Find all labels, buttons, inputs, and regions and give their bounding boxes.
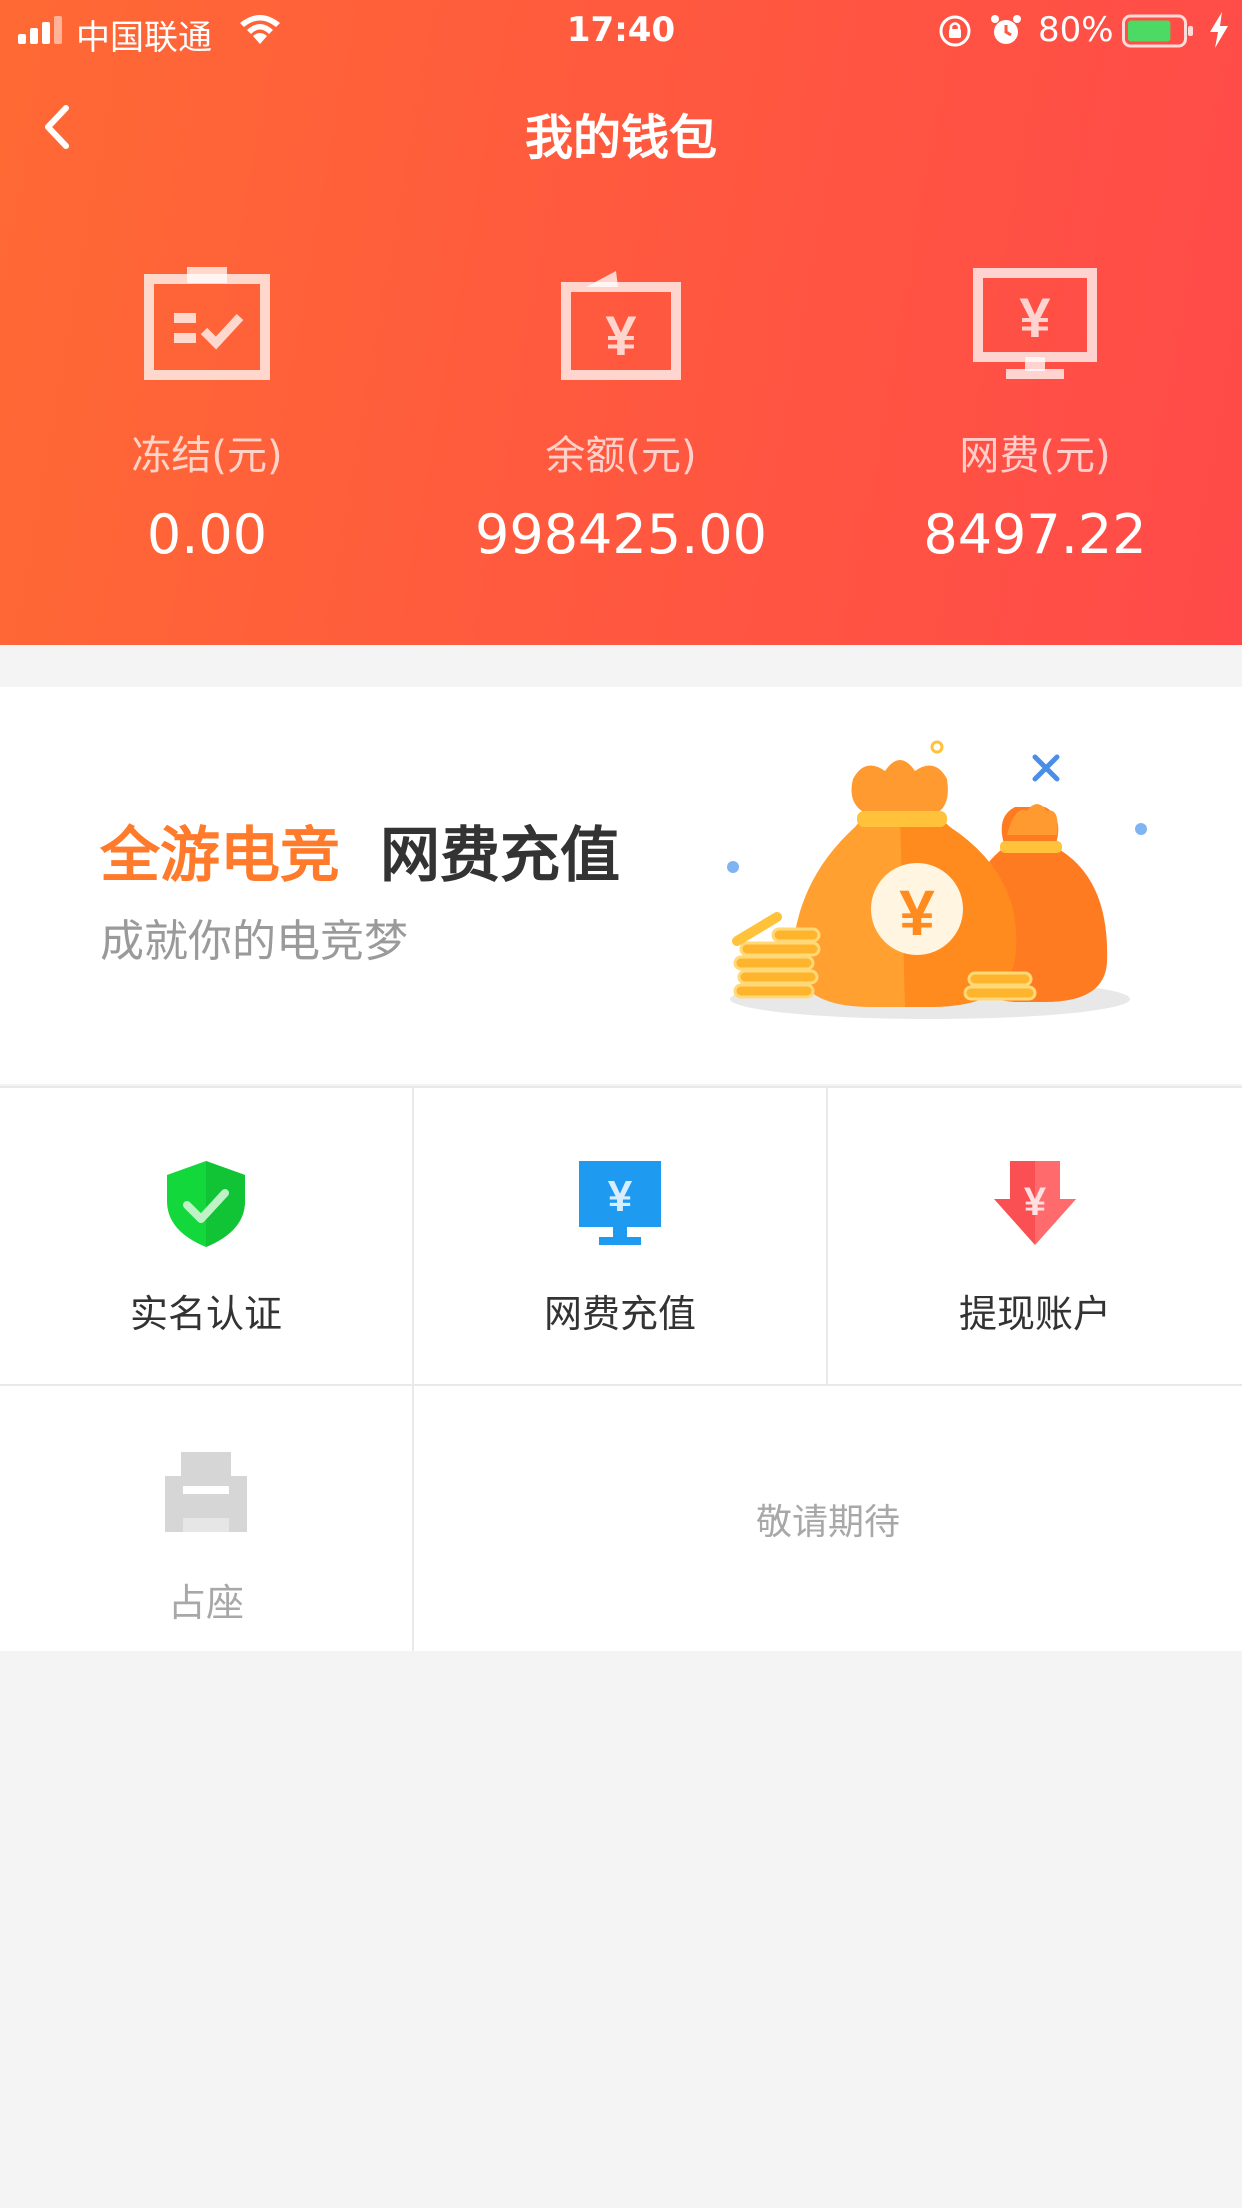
svg-text:¥: ¥ bbox=[899, 877, 935, 949]
action-real-name[interactable]: 实名认证 bbox=[0, 1086, 412, 1384]
banner-title-rest: 网费充值 bbox=[380, 821, 620, 891]
grid-divider-top bbox=[0, 1086, 1242, 1088]
banner-title-highlight: 全游电竞 bbox=[100, 821, 340, 891]
net-fee-icon: ¥ bbox=[973, 268, 1097, 379]
seat-icon bbox=[165, 1452, 247, 1532]
recharge-banner[interactable]: 全游电竞 网费充值 成就你的电竞梦 ¥ bbox=[0, 687, 1242, 1084]
frozen-icon bbox=[144, 267, 270, 380]
action-withdraw-account-label: 提现账户 bbox=[958, 1292, 1111, 1336]
frozen-value: 0.00 bbox=[146, 503, 268, 566]
net-fee-stat: ¥ 网费(元) 8497.22 bbox=[828, 265, 1242, 566]
coming-soon-cell: 敬请期待 bbox=[414, 1386, 1242, 1651]
charging-bolt-icon bbox=[1210, 12, 1228, 48]
balance-stat: ¥ 余额(元) 998425.00 bbox=[414, 265, 828, 566]
net-fee-label: 网费(元) bbox=[959, 433, 1111, 479]
banner-title: 全游电竞 网费充值 bbox=[100, 807, 620, 894]
action-net-fee-recharge-label: 网费充值 bbox=[543, 1292, 696, 1336]
shield-check-icon bbox=[167, 1161, 245, 1247]
page-title: 我的钱包 bbox=[524, 110, 717, 166]
actions-grid: 实名认证 ¥ 网费充值 ¥ 提现账户 占座 敬请期待 bbox=[0, 1086, 1242, 1651]
status-bar: 中国联通 17:40 80% bbox=[0, 0, 1242, 62]
monitor-yuan-icon: ¥ bbox=[579, 1161, 661, 1245]
grid-divider-middle bbox=[0, 1384, 1242, 1386]
action-real-name-label: 实名认证 bbox=[129, 1292, 282, 1336]
wallet-header: 中国联通 17:40 80% 我的钱包 冻结(元) 0.00 ¥ 余额(元) 9… bbox=[0, 0, 1242, 645]
grid-divider-left bbox=[412, 1086, 414, 1651]
balance-icon: ¥ bbox=[561, 271, 681, 380]
svg-text:¥: ¥ bbox=[608, 1172, 633, 1221]
action-withdraw-account[interactable]: ¥ 提现账户 bbox=[828, 1086, 1242, 1384]
orientation-lock-icon bbox=[939, 15, 971, 47]
svg-text:¥: ¥ bbox=[1019, 286, 1050, 349]
action-seat-reservation-label: 占座 bbox=[167, 1581, 244, 1625]
frozen-stat: 冻结(元) 0.00 bbox=[0, 265, 414, 566]
frozen-label: 冻结(元) bbox=[131, 433, 283, 479]
alarm-icon bbox=[991, 15, 1021, 44]
battery-percent: 80% bbox=[1038, 10, 1114, 50]
net-fee-value: 8497.22 bbox=[923, 503, 1147, 566]
balance-label: 余额(元) bbox=[545, 433, 697, 479]
grid-divider-right bbox=[826, 1086, 828, 1384]
banner-subtitle: 成就你的电竞梦 bbox=[100, 916, 408, 967]
svg-text:¥: ¥ bbox=[1024, 1180, 1047, 1224]
svg-text:¥: ¥ bbox=[605, 304, 636, 367]
withdraw-arrow-icon: ¥ bbox=[994, 1161, 1076, 1245]
battery-icon bbox=[1122, 14, 1193, 48]
action-seat-reservation[interactable]: 占座 bbox=[0, 1386, 412, 1651]
money-bags-icon: ¥ bbox=[727, 740, 1147, 1019]
action-net-fee-recharge[interactable]: ¥ 网费充值 bbox=[414, 1086, 826, 1384]
balance-value: 998425.00 bbox=[474, 503, 768, 566]
coming-soon-text: 敬请期待 bbox=[755, 1501, 900, 1543]
